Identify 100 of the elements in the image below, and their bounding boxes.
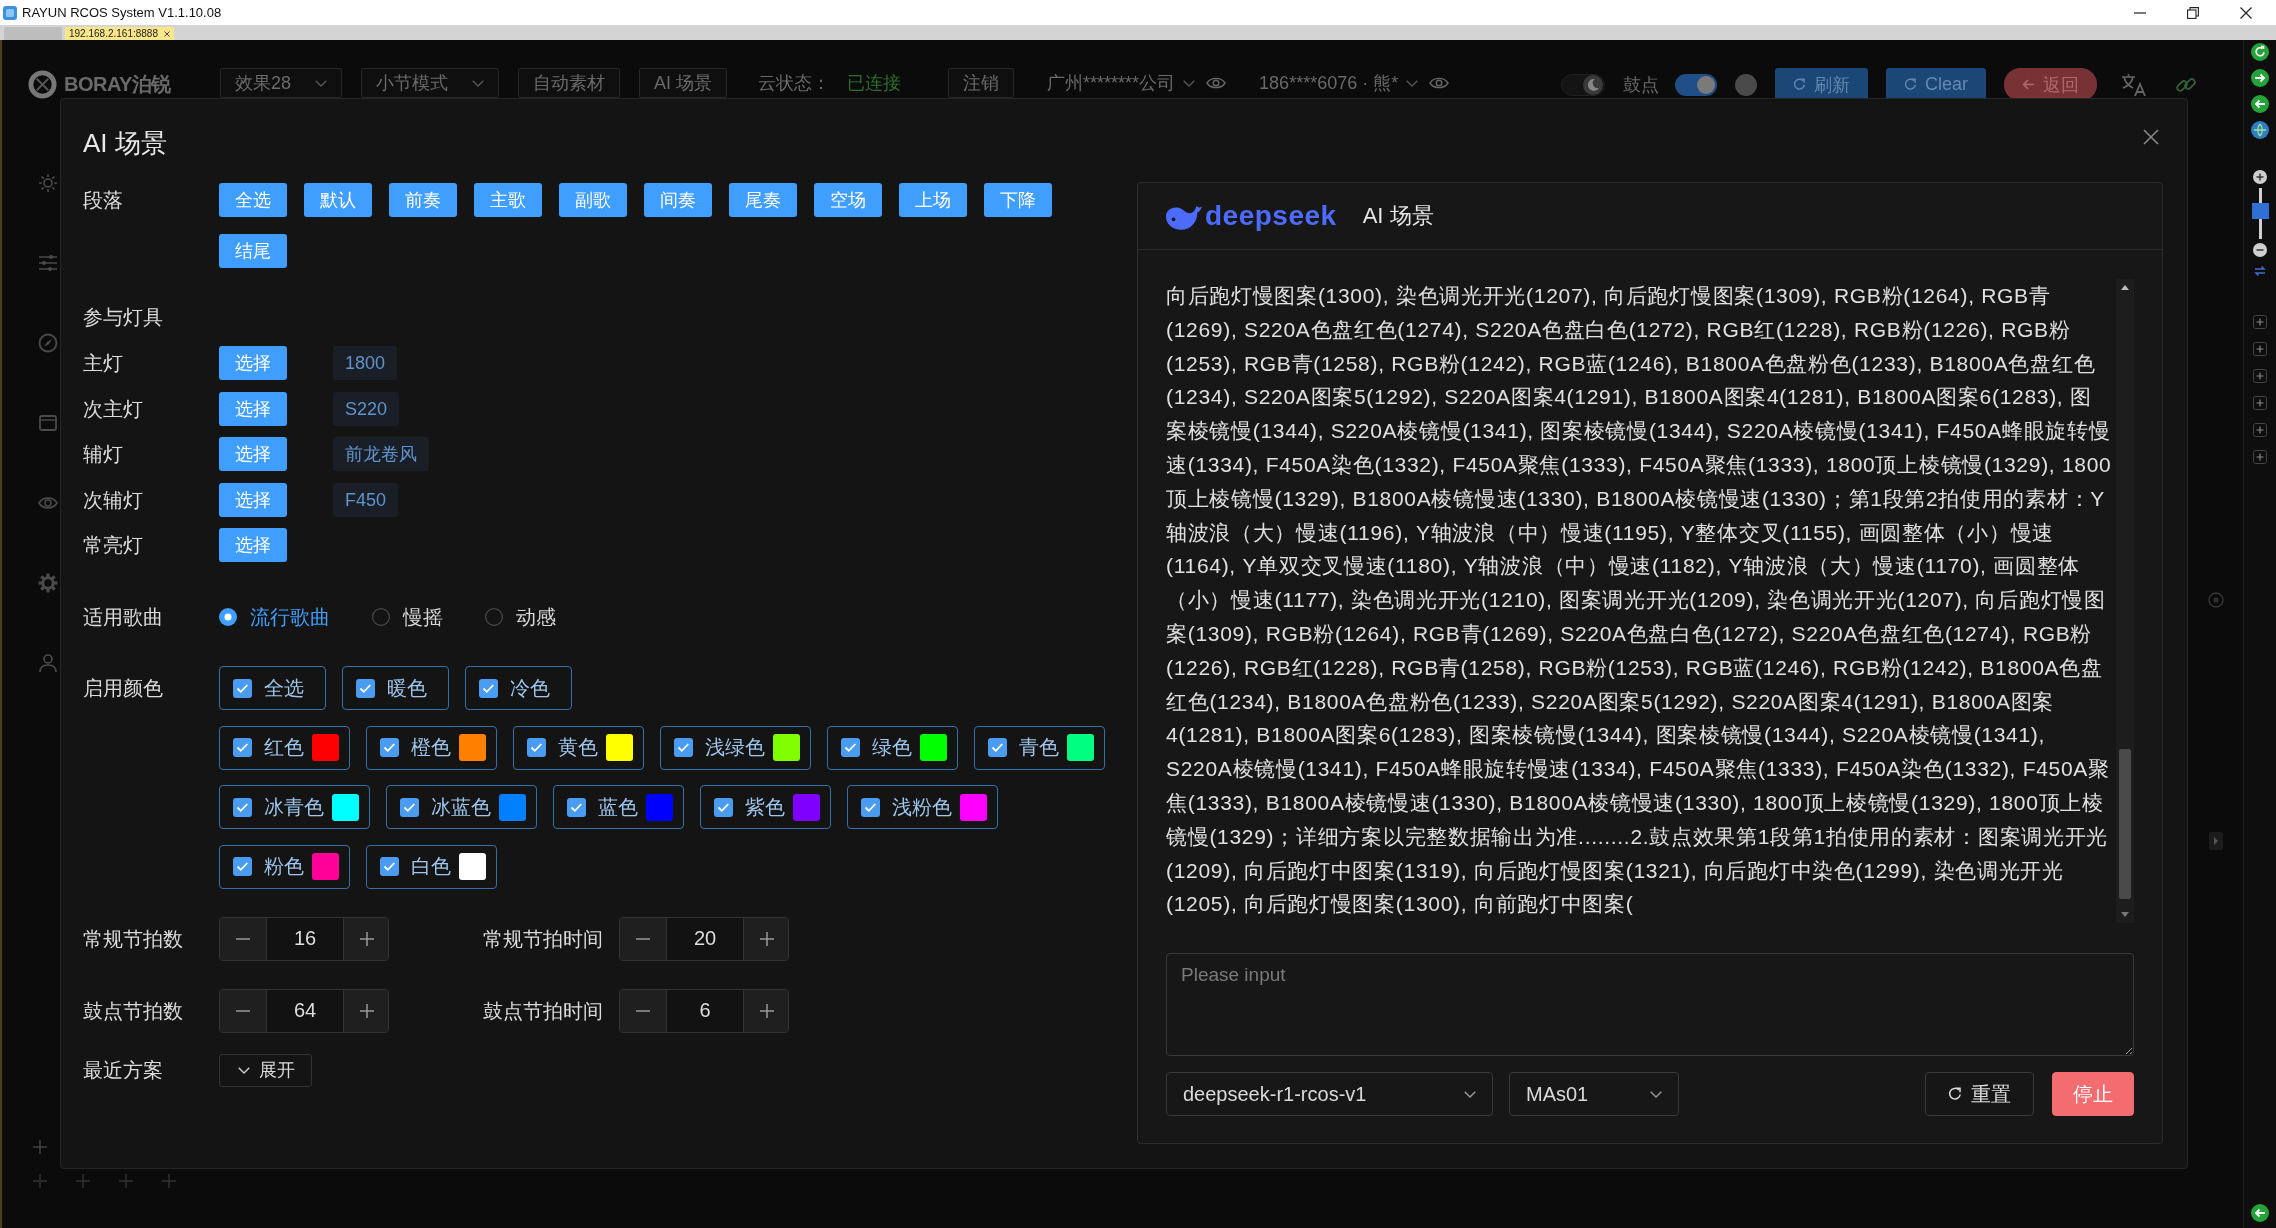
checkbox[interactable] bbox=[861, 797, 880, 817]
color-option[interactable]: 紫色 bbox=[700, 785, 831, 829]
color-option[interactable]: 冰青色 bbox=[219, 785, 370, 829]
radio-option[interactable]: 慢摇 bbox=[372, 603, 443, 631]
increment-button[interactable] bbox=[344, 989, 388, 1032]
plus-icon[interactable] bbox=[2253, 396, 2267, 410]
plus-icon[interactable] bbox=[2253, 342, 2267, 356]
number-input[interactable]: 16 bbox=[266, 917, 344, 960]
scrollbar[interactable] bbox=[2116, 279, 2134, 923]
number-stepper[interactable]: 64 bbox=[219, 988, 389, 1033]
checkbox[interactable] bbox=[380, 738, 399, 757]
drum-switch[interactable] bbox=[1675, 73, 1717, 96]
number-input[interactable]: 6 bbox=[666, 989, 744, 1032]
dropdown[interactable]: 小节模式 bbox=[361, 68, 500, 98]
number-input[interactable]: 64 bbox=[266, 989, 344, 1032]
arrow-left-icon[interactable] bbox=[2251, 1204, 2269, 1222]
plus-icon[interactable] bbox=[2253, 315, 2267, 329]
checkbox[interactable] bbox=[674, 738, 693, 757]
scroll-up-icon[interactable] bbox=[2121, 285, 2129, 290]
number-stepper[interactable]: 20 bbox=[619, 916, 789, 961]
color-option[interactable]: 红色 bbox=[219, 725, 350, 770]
checkbox[interactable] bbox=[714, 797, 733, 817]
number-stepper[interactable]: 16 bbox=[219, 916, 389, 961]
swap-icon[interactable] bbox=[2254, 265, 2266, 277]
color-option[interactable]: 橙色 bbox=[366, 725, 497, 770]
toolbar-button[interactable]: AI 场景 bbox=[639, 68, 728, 98]
person-icon[interactable] bbox=[38, 653, 58, 673]
radio-option[interactable]: 流行歌曲 bbox=[219, 603, 330, 631]
checkbox[interactable] bbox=[841, 738, 860, 757]
dropdown[interactable]: 效果28 bbox=[220, 68, 343, 98]
model-select[interactable]: deepseek-r1-rcos-v1 bbox=[1166, 1072, 1493, 1116]
number-stepper[interactable]: 6 bbox=[619, 988, 789, 1033]
caret-right-icon[interactable] bbox=[2208, 832, 2223, 850]
checkbox[interactable] bbox=[479, 678, 498, 698]
checkbox[interactable] bbox=[527, 738, 546, 757]
radio-option[interactable]: 动感 bbox=[485, 603, 556, 631]
checkbox[interactable] bbox=[567, 797, 586, 817]
scroll-down-icon[interactable] bbox=[2121, 912, 2129, 917]
checkbox[interactable] bbox=[356, 678, 375, 698]
checkbox[interactable] bbox=[380, 857, 399, 876]
increment-button[interactable] bbox=[744, 989, 788, 1032]
plus-icon[interactable] bbox=[2253, 423, 2267, 437]
restore-icon[interactable] bbox=[2187, 6, 2199, 19]
color-option[interactable]: 浅绿色 bbox=[660, 725, 811, 770]
increment-button[interactable] bbox=[744, 917, 788, 960]
account-dropdown[interactable]: 186****6076 · 熊* bbox=[1259, 68, 1419, 98]
minimize-icon[interactable] bbox=[2134, 11, 2146, 14]
color-option[interactable]: 冰蓝色 bbox=[386, 785, 537, 829]
number-input[interactable]: 20 bbox=[666, 917, 744, 960]
checkbox[interactable] bbox=[233, 797, 252, 817]
sun-icon[interactable] bbox=[38, 173, 58, 193]
radio-button[interactable] bbox=[372, 608, 390, 626]
checkbox[interactable] bbox=[400, 797, 419, 817]
reset-button[interactable]: 重置 bbox=[1925, 1072, 2034, 1116]
plus-icon[interactable] bbox=[2253, 450, 2267, 464]
color-option[interactable]: 绿色 bbox=[827, 725, 958, 770]
gear-icon[interactable] bbox=[38, 573, 58, 593]
increment-button[interactable] bbox=[344, 917, 388, 960]
eye-icon[interactable] bbox=[1429, 76, 1450, 90]
fixture-tag: 1800 bbox=[333, 346, 398, 380]
arrow-left-icon[interactable] bbox=[2251, 95, 2269, 113]
color-option[interactable]: 蓝色 bbox=[553, 785, 684, 829]
plus-icon[interactable] bbox=[2253, 369, 2267, 383]
agent-select[interactable]: MAs01 bbox=[1509, 1072, 1679, 1116]
slider-thumb[interactable] bbox=[2251, 202, 2269, 219]
scrollbar-thumb[interactable] bbox=[2119, 749, 2131, 899]
close-icon[interactable] bbox=[164, 30, 170, 37]
color-option[interactable]: 青色 bbox=[974, 725, 1105, 770]
expand-button[interactable]: 展开 bbox=[219, 1053, 312, 1087]
theme-switch[interactable] bbox=[1561, 73, 1605, 96]
zoom-out-icon[interactable] bbox=[2253, 243, 2267, 257]
sliders-icon[interactable] bbox=[38, 253, 58, 273]
checkbox[interactable] bbox=[233, 678, 252, 698]
checkbox[interactable] bbox=[988, 738, 1007, 757]
chat-input[interactable]: Please input bbox=[1166, 953, 2134, 1056]
translate-icon[interactable] bbox=[2121, 72, 2147, 97]
radio-button[interactable] bbox=[485, 608, 503, 626]
minus-icon bbox=[236, 937, 250, 940]
browser-tab[interactable]: 192.168.2.161:8888 bbox=[65, 27, 174, 40]
color-option[interactable]: 黄色 bbox=[513, 725, 644, 770]
toolbar-button[interactable]: 注销 bbox=[948, 68, 1015, 98]
eye-icon[interactable] bbox=[1206, 76, 1227, 90]
account-dropdown[interactable]: 广州********公司 bbox=[1047, 68, 1196, 98]
checkbox[interactable] bbox=[233, 857, 252, 876]
checkbox-option[interactable]: 暖色 bbox=[342, 666, 449, 710]
color-option[interactable]: 浅粉色 bbox=[847, 785, 998, 829]
checkbox-option[interactable]: 全选 bbox=[219, 666, 326, 710]
color-option[interactable]: 白色 bbox=[366, 844, 497, 889]
radio-button[interactable] bbox=[219, 608, 237, 626]
square-icon[interactable] bbox=[38, 413, 58, 433]
globe-icon[interactable] bbox=[2251, 121, 2269, 139]
compass-icon[interactable] bbox=[38, 333, 58, 353]
close-icon[interactable] bbox=[2240, 6, 2252, 19]
checkbox[interactable] bbox=[233, 738, 252, 757]
checkbox-option[interactable]: 冷色 bbox=[465, 666, 572, 710]
zoom-in-icon[interactable] bbox=[2253, 170, 2267, 184]
color-option[interactable]: 粉色 bbox=[219, 844, 350, 889]
refresh-icon[interactable] bbox=[2251, 43, 2269, 61]
arrow-right-icon[interactable] bbox=[2251, 69, 2269, 87]
toolbar-button[interactable]: 自动素材 bbox=[518, 68, 621, 98]
